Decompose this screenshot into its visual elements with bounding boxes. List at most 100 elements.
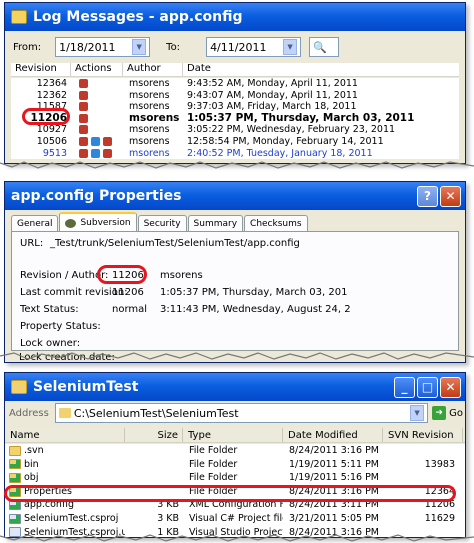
tear-edge bbox=[0, 160, 474, 170]
log-row[interactable]: 11587 msorens 9:37:03 AM, Friday, March 18… bbox=[11, 101, 459, 113]
log-row[interactable]: 12364 msorens 9:43:52 AM, Monday, April 11… bbox=[11, 78, 459, 90]
col-author[interactable]: Author bbox=[123, 63, 183, 76]
maximize-button[interactable]: □ bbox=[417, 376, 438, 398]
log-column-header: Revision Actions Author Date bbox=[11, 63, 459, 77]
minimize-button[interactable]: _ bbox=[394, 376, 415, 398]
text-status-value: normal bbox=[112, 304, 148, 315]
modify-icon bbox=[79, 102, 88, 112]
help-button[interactable]: ? bbox=[417, 185, 438, 207]
revision-author-label: Revision / Author: bbox=[20, 270, 109, 281]
col-actions[interactable]: Actions bbox=[71, 63, 123, 76]
log-revision: 10927 bbox=[36, 124, 67, 136]
log-revision: 12364 bbox=[36, 78, 67, 89]
add-icon bbox=[91, 136, 100, 146]
file-size bbox=[125, 471, 183, 485]
address-value: C:\SeleniumTest\SeleniumTest bbox=[73, 406, 239, 420]
props-title-bar[interactable]: app.config Properties ? ✕ bbox=[5, 182, 465, 210]
go-arrow-icon[interactable]: ➜ bbox=[432, 406, 447, 420]
from-date-picker[interactable]: 1/18/2011 ▼ bbox=[55, 37, 151, 57]
file-svn-revision bbox=[383, 471, 463, 485]
file-name-cell: .svn bbox=[5, 444, 125, 458]
tear-edge bbox=[0, 351, 474, 361]
modify-icon bbox=[79, 90, 88, 100]
last-commit-revision: 11206 bbox=[112, 287, 144, 298]
log-actions bbox=[71, 148, 123, 160]
folder-icon bbox=[11, 380, 27, 394]
tab-subversion-label: Subversion bbox=[80, 218, 131, 228]
log-row[interactable]: 12362 msorens 9:43:07 AM, Monday, April 11… bbox=[11, 90, 459, 102]
author-value: msorens bbox=[160, 270, 203, 281]
col-revision[interactable]: Revision bbox=[11, 63, 71, 76]
tear-edge bbox=[0, 533, 474, 543]
chevron-down-icon[interactable]: ▼ bbox=[132, 39, 147, 55]
log-date: 2:40:52 PM, Tuesday, January 18, 2011 bbox=[187, 147, 373, 159]
tab-summary[interactable]: Summary bbox=[187, 215, 244, 231]
col-date-modified[interactable]: Date Modified bbox=[283, 428, 383, 442]
log-row[interactable]: 10927 msorens 3:05:22 PM, Wednesday, Febru… bbox=[11, 124, 459, 136]
file-name-cell: bin bbox=[5, 458, 125, 472]
file-row[interactable]: .svn File Folder 8/24/2011 3:16 PM bbox=[5, 444, 465, 458]
explorer-title: SeleniumTest bbox=[33, 379, 139, 395]
revision-highlight-ring bbox=[97, 265, 147, 284]
log-revision: 10506 bbox=[36, 135, 67, 147]
file-name-cell: SeleniumTest.csproj bbox=[5, 512, 125, 526]
to-date-picker[interactable]: 4/11/2011 ▼ bbox=[206, 37, 302, 57]
file-date: 1/19/2011 5:11 PM bbox=[289, 458, 380, 470]
address-input[interactable]: C:\SeleniumTest\SeleniumTest ▼ bbox=[54, 403, 429, 423]
filter-button[interactable]: 🔍 bbox=[309, 37, 340, 57]
properties-window: app.config Properties ? ✕ General Subver… bbox=[4, 181, 466, 363]
log-row[interactable]: 10506 msorens 12:58:54 PM, Monday, Februar… bbox=[11, 136, 459, 148]
search-icon: 🔍 bbox=[313, 40, 327, 54]
chevron-down-icon[interactable]: ▼ bbox=[283, 39, 298, 55]
file-name: .svn bbox=[24, 445, 44, 456]
explorer-column-header: Name Size Type Date Modified SVN Revisio… bbox=[5, 428, 465, 443]
col-svn-revision[interactable]: SVN Revision bbox=[383, 428, 463, 442]
log-actions bbox=[71, 124, 123, 136]
tab-checksums[interactable]: Checksums bbox=[244, 215, 308, 231]
file-row[interactable]: obj File Folder 1/19/2011 5:16 PM bbox=[5, 471, 465, 485]
log-actions bbox=[71, 78, 123, 90]
log-actions bbox=[71, 136, 123, 148]
tortoise-icon bbox=[65, 218, 77, 228]
file-type: Visual C# Project file bbox=[189, 512, 283, 524]
log-row[interactable]: 11206 msorens 1:05:37 PM, Thursday, March … bbox=[11, 112, 459, 125]
tab-security[interactable]: Security bbox=[137, 215, 187, 231]
col-name[interactable]: Name bbox=[5, 428, 125, 442]
svn-folder-icon bbox=[9, 459, 21, 470]
delete-icon bbox=[103, 136, 112, 146]
file-name: SeleniumTest.csproj bbox=[24, 512, 119, 524]
file-row[interactable]: SeleniumTest.csproj 3 KB Visual C# Project… bbox=[5, 512, 465, 526]
log-author: msorens bbox=[129, 78, 170, 89]
url-value: _Test/trunk/SeleniumTest/SeleniumTest/ap… bbox=[50, 238, 300, 249]
close-button[interactable]: ✕ bbox=[440, 376, 461, 398]
svn-file-icon bbox=[9, 513, 21, 524]
col-type[interactable]: Type bbox=[183, 428, 283, 442]
log-row[interactable]: 9513 msorens 2:40:52 PM, Tuesday, January … bbox=[11, 148, 459, 160]
chevron-down-icon[interactable]: ▼ bbox=[410, 405, 425, 421]
from-label: From: bbox=[13, 41, 42, 53]
file-row[interactable]: bin File Folder 1/19/2011 5:11 PM 13983 bbox=[5, 458, 465, 472]
file-date: 3/21/2011 5:05 PM bbox=[289, 512, 380, 524]
log-revision: 12362 bbox=[36, 89, 67, 101]
explorer-title-bar[interactable]: SeleniumTest _ □ ✕ bbox=[5, 373, 465, 401]
address-bar: Address C:\SeleniumTest\SeleniumTest ▼ ➜… bbox=[5, 401, 465, 425]
col-size[interactable]: Size bbox=[125, 428, 183, 442]
log-author: msorens bbox=[129, 135, 170, 147]
col-date[interactable]: Date bbox=[183, 63, 459, 76]
file-size bbox=[125, 444, 183, 458]
props-tab-strip: General Subversion Security Summary Chec… bbox=[11, 212, 309, 232]
close-button[interactable]: ✕ bbox=[440, 185, 461, 207]
log-revision: 9513 bbox=[42, 147, 67, 159]
log-actions bbox=[71, 113, 123, 125]
go-button[interactable]: Go bbox=[449, 408, 463, 419]
file-svn-revision bbox=[383, 444, 463, 458]
log-title: Log Messages - app.config bbox=[33, 9, 243, 25]
modify-icon bbox=[79, 148, 88, 158]
tab-subversion[interactable]: Subversion bbox=[59, 212, 137, 232]
log-title-bar[interactable]: Log Messages - app.config bbox=[5, 3, 465, 31]
property-status-label: Property Status: bbox=[20, 321, 101, 332]
log-actions bbox=[71, 90, 123, 102]
file-svn-revision: 11629 bbox=[424, 512, 455, 524]
tab-general[interactable]: General bbox=[11, 215, 59, 231]
to-date-value: 4/11/2011 bbox=[210, 40, 267, 54]
